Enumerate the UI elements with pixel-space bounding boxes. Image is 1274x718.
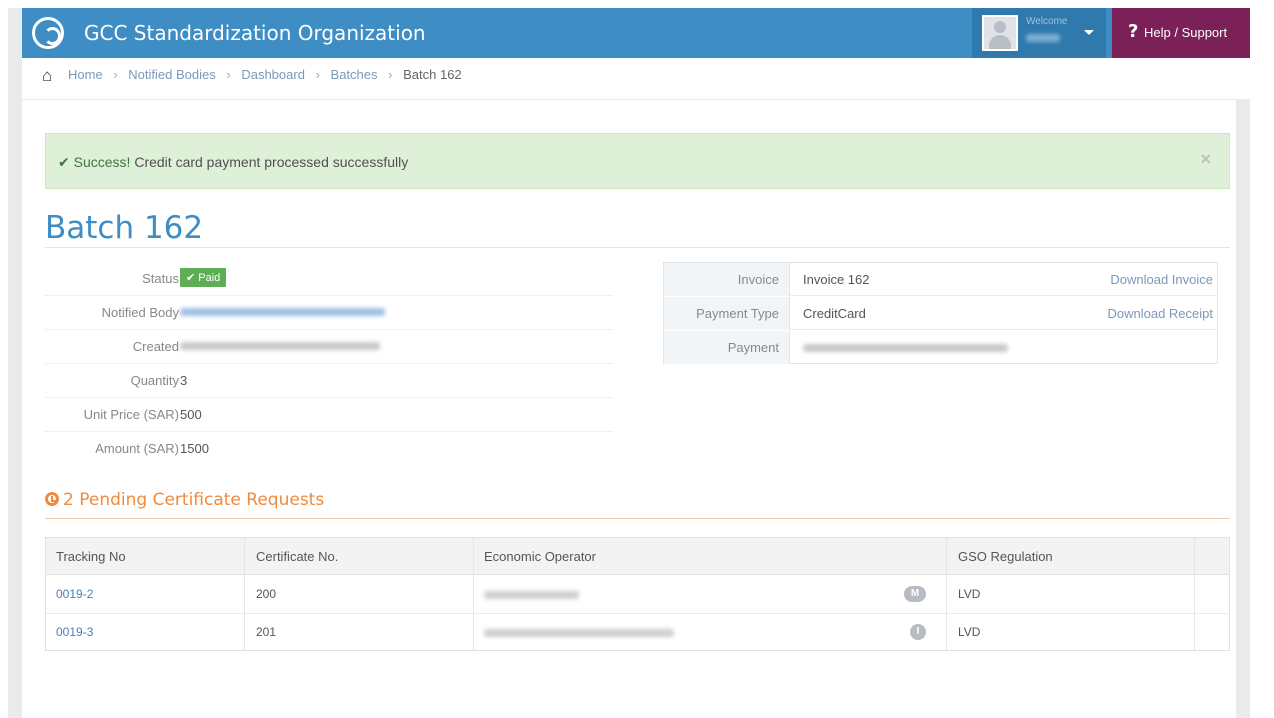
gso-regulation: LVD xyxy=(958,625,981,639)
invoice-table: Invoice Invoice 162 Download Invoice Pay… xyxy=(663,262,1218,364)
breadcrumb-home[interactable]: Home xyxy=(68,67,103,82)
breadcrumb-notified-bodies[interactable]: Notified Bodies xyxy=(128,67,215,82)
pending-divider xyxy=(45,518,1230,519)
operator-type-badge: I xyxy=(910,624,926,640)
download-invoice-link[interactable]: Download Invoice xyxy=(1110,272,1213,287)
payment-label: Payment xyxy=(664,331,790,364)
table-row[interactable]: 0019-3 201 I LVD xyxy=(46,614,1229,652)
title-divider xyxy=(45,247,1230,248)
detail-row-notified-body: Notified Body xyxy=(45,296,613,330)
economic-operator-redacted xyxy=(484,591,579,599)
breadcrumb-current: Batch 162 xyxy=(403,67,462,82)
unit-price-value: 500 xyxy=(180,407,202,422)
breadcrumb-separator: › xyxy=(226,67,231,82)
clock-icon xyxy=(45,492,59,506)
quantity-value: 3 xyxy=(180,373,188,388)
payment-type-row: Payment Type CreditCard Download Receipt xyxy=(664,297,1217,330)
close-icon[interactable]: × xyxy=(1200,149,1211,170)
economic-operator-redacted xyxy=(484,629,674,637)
tracking-no-link[interactable]: 0019-2 xyxy=(56,587,93,601)
detail-row-created: Created xyxy=(45,330,613,364)
created-value-redacted xyxy=(180,342,380,350)
payment-type-value: CreditCard xyxy=(803,306,866,321)
check-icon: ✔ xyxy=(58,154,70,170)
payment-type-label: Payment Type xyxy=(664,297,790,330)
certificate-no: 201 xyxy=(256,625,277,639)
help-support-label: Help / Support xyxy=(1144,25,1228,40)
unit-price-label: Unit Price (SAR) xyxy=(83,407,179,422)
app-title[interactable]: GCC Standardization Organization xyxy=(84,21,426,45)
gso-regulation: LVD xyxy=(958,587,981,601)
created-label: Created xyxy=(132,339,179,354)
pending-requests-title: 2 Pending Certificate Requests xyxy=(63,490,325,510)
status-label: Status xyxy=(142,271,179,286)
gso-logo-icon[interactable] xyxy=(32,17,64,49)
invoice-value: Invoice 162 xyxy=(803,272,870,287)
help-support-button[interactable]: ? Help / Support xyxy=(1112,8,1250,58)
page-title: Batch 162 xyxy=(45,210,204,246)
alert-message: Credit card payment processed successful… xyxy=(134,154,409,170)
status-badge: ✔ Paid xyxy=(180,268,227,287)
top-navbar: GCC Standardization Organization Welcome… xyxy=(22,8,1250,58)
breadcrumb-separator: › xyxy=(113,67,118,82)
detail-row-amount: Amount (SAR) 1500 xyxy=(45,432,613,466)
welcome-username-redacted xyxy=(1026,34,1060,42)
breadcrumb-separator: › xyxy=(388,67,393,82)
alert-strong: Success! xyxy=(73,154,131,170)
operator-type-badge: M xyxy=(904,586,926,602)
notified-body-label: Notified Body xyxy=(101,305,179,320)
invoice-label: Invoice xyxy=(664,263,790,296)
payment-row: Payment xyxy=(664,331,1217,364)
status-value: Paid xyxy=(198,272,221,284)
pending-requests-table: Tracking No Certificate No. Economic Ope… xyxy=(45,537,1230,651)
user-avatar-icon xyxy=(982,15,1018,51)
download-receipt-link[interactable]: Download Receipt xyxy=(1107,306,1213,321)
invoice-row: Invoice Invoice 162 Download Invoice xyxy=(664,263,1217,296)
detail-row-quantity: Quantity 3 xyxy=(45,364,613,398)
pending-requests-heading: 2 Pending Certificate Requests xyxy=(45,490,324,510)
notified-body-link-redacted[interactable] xyxy=(180,308,385,316)
detail-row-unit-price: Unit Price (SAR) 500 xyxy=(45,398,613,432)
detail-row-status: Status ✔ Paid xyxy=(45,262,613,296)
certificate-no: 200 xyxy=(256,587,277,601)
amount-label: Amount (SAR) xyxy=(95,441,179,456)
question-icon: ? xyxy=(1128,21,1139,42)
quantity-label: Quantity xyxy=(130,373,179,388)
breadcrumb: ⌂ Home › Notified Bodies › Dashboard › B… xyxy=(22,58,1250,100)
breadcrumb-separator: › xyxy=(315,67,320,82)
home-icon[interactable]: ⌂ xyxy=(42,66,52,86)
caret-down-icon xyxy=(1084,30,1094,35)
user-menu[interactable]: Welcome xyxy=(972,8,1106,58)
table-row[interactable]: 0019-2 200 M LVD xyxy=(46,576,1229,614)
amount-value: 1500 xyxy=(180,441,209,456)
tracking-no-link[interactable]: 0019-3 xyxy=(56,625,93,639)
success-alert: ✔ Success! Credit card payment processed… xyxy=(45,133,1230,189)
welcome-label: Welcome xyxy=(1026,16,1068,27)
payment-value-redacted xyxy=(803,344,1008,352)
breadcrumb-dashboard[interactable]: Dashboard xyxy=(241,67,305,82)
breadcrumb-batches[interactable]: Batches xyxy=(331,67,378,82)
